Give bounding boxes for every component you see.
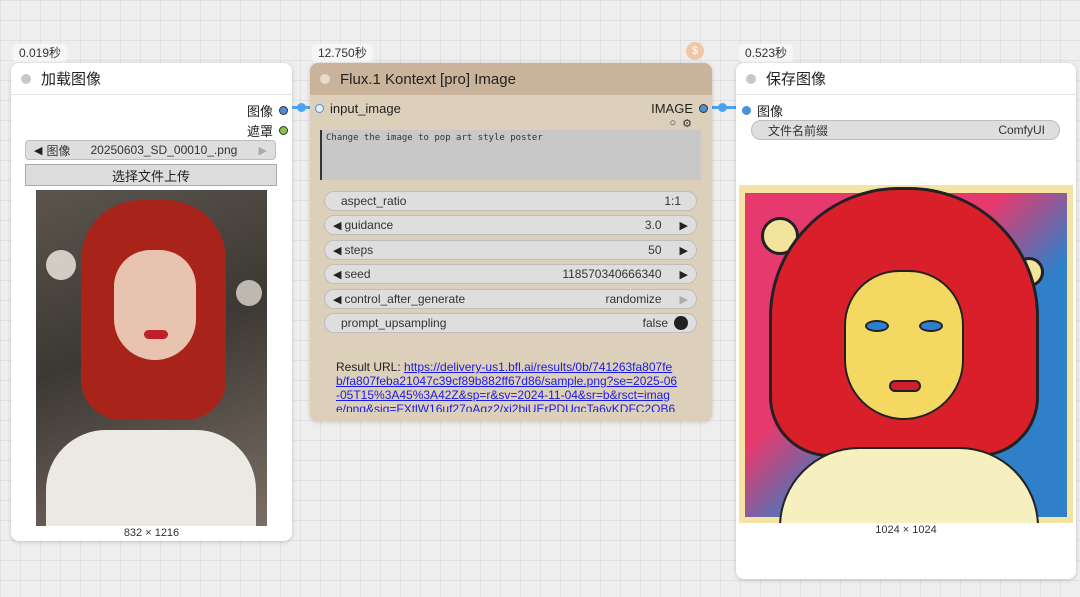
flux-input-row: input_image <box>315 101 401 116</box>
input-image-socket[interactable] <box>742 106 751 115</box>
output-IMAGE-socket[interactable] <box>699 104 708 113</box>
filename-prefix-value: ComfyUI <box>998 123 1045 137</box>
flux-node-header[interactable]: Flux.1 Kontext [pro] Image <box>310 63 712 95</box>
save-node-timing: 0.523秒 <box>739 44 794 62</box>
image-file-combo[interactable]: ◀ 图像 20250603_SD_00010_.png ▶ <box>25 140 276 160</box>
flux-node-title: Flux.1 Kontext [pro] Image <box>340 70 516 88</box>
bokeh-light <box>236 280 262 306</box>
guidance-value: 3.0 <box>644 218 662 232</box>
collapse-dot-icon[interactable] <box>746 73 756 84</box>
guidance-widget[interactable]: ◀ guidance 3.0 ▶ <box>324 215 697 235</box>
flux-kontext-node[interactable]: Flux.1 Kontext [pro] Image input_image I… <box>310 63 712 421</box>
node-status-icons: ○ ⚙ <box>669 117 692 130</box>
result-url-line[interactable]: -05T15%3A45%3A42Z&sp=r&sv=2024-11-04&sr=… <box>336 388 670 402</box>
increment-icon[interactable]: ▶ <box>680 219 688 232</box>
aspect-ratio-value: 1:1 <box>664 194 681 208</box>
output-mask-socket[interactable] <box>279 126 288 135</box>
seed-value: 118570340666340 <box>562 267 662 281</box>
save-image-size: 1024 × 1024 <box>875 524 937 536</box>
load-node-header[interactable]: 加载图像 <box>11 63 292 95</box>
load-node-timing: 0.019秒 <box>13 44 68 62</box>
steps-value: 50 <box>648 243 662 257</box>
combo-next-icon[interactable]: ▶ <box>259 144 267 157</box>
decrement-icon[interactable]: ◀ <box>333 268 341 281</box>
prompt-textarea[interactable]: Change the image to pop art style poster <box>320 130 701 180</box>
output-IMAGE-label: IMAGE <box>651 101 693 116</box>
flux-output-row: IMAGE <box>651 101 708 116</box>
control-after-generate-label: control_after_generate <box>344 292 466 306</box>
decrement-icon[interactable]: ◀ <box>333 219 341 232</box>
pop-art-eye <box>865 320 889 332</box>
control-after-generate-value: randomize <box>605 292 662 306</box>
toggle-icon[interactable] <box>674 316 688 330</box>
filename-prefix-label: 文件名前缀 <box>768 123 829 138</box>
pop-art-face <box>844 270 964 420</box>
output-image-label: 图像 <box>246 104 273 119</box>
collapse-dot-icon[interactable] <box>21 73 31 84</box>
save-node-header[interactable]: 保存图像 <box>736 63 1076 95</box>
flux-node-timing: 12.750秒 <box>312 44 373 62</box>
output-mask-label: 遮罩 <box>246 124 273 139</box>
link-midpoint-icon[interactable] <box>718 103 727 112</box>
output-image-socket[interactable] <box>279 106 288 115</box>
save-input-label: 图像 <box>757 104 784 119</box>
image-combo-value: 20250603_SD_00010_.png <box>90 143 238 157</box>
input-image-label: input_image <box>330 101 401 116</box>
output-mask-row: 遮罩 <box>247 121 288 140</box>
image-combo-label: 图像 <box>46 143 71 158</box>
filename-prefix-widget[interactable]: 文件名前缀 ComfyUI <box>751 120 1060 140</box>
control-after-generate-widget[interactable]: ◀ control_after_generate randomize ▶ <box>324 289 697 309</box>
steps-label: steps <box>344 243 374 257</box>
load-image-node[interactable]: 加载图像 图像 遮罩 ◀ 图像 20250603_SD_00010_.png ▶… <box>11 63 292 541</box>
result-url-line[interactable]: e/png&sig=FXtlW16uf27oAgz2/xi2biUErPDUgc… <box>336 402 675 412</box>
seed-widget[interactable]: ◀ seed 118570340666340 ▶ <box>324 264 697 284</box>
bokeh-light <box>46 250 76 280</box>
collapse-dot-icon[interactable] <box>320 74 330 84</box>
result-url-line[interactable]: b/fa807feba21047c39cf89b882ff67d86/sampl… <box>336 374 677 388</box>
increment-icon[interactable]: ▶ <box>680 268 688 281</box>
increment-icon[interactable]: ▶ <box>680 244 688 257</box>
pop-art-lips <box>889 380 921 392</box>
decrement-icon[interactable]: ◀ <box>333 293 341 306</box>
prompt-upsampling-value: false <box>642 316 668 330</box>
prompt-upsampling-label: prompt_upsampling <box>341 316 447 330</box>
aspect-ratio-widget[interactable]: aspect_ratio 1:1 <box>324 191 697 211</box>
output-image-row: 图像 <box>247 101 288 120</box>
aspect-ratio-label: aspect_ratio <box>341 194 407 208</box>
loaded-image-preview <box>36 190 267 526</box>
pop-art-shirt <box>779 447 1039 523</box>
increment-icon[interactable]: ▶ <box>680 293 688 306</box>
save-input-row: 图像 <box>742 101 783 120</box>
portrait-lips <box>144 330 168 339</box>
circle-status-icon[interactable]: ○ <box>669 117 676 130</box>
gear-icon[interactable]: ⚙ <box>682 117 692 130</box>
saved-image-preview <box>739 185 1073 523</box>
load-node-title: 加载图像 <box>41 71 102 88</box>
seed-label: seed <box>344 267 371 281</box>
input-image-socket[interactable] <box>315 104 324 113</box>
save-image-node[interactable]: 保存图像 图像 文件名前缀 ComfyUI 1024 × 1024 <box>736 63 1076 579</box>
link-midpoint-icon[interactable] <box>297 103 306 112</box>
save-node-title: 保存图像 <box>766 71 827 88</box>
portrait-face <box>114 250 196 360</box>
pop-art-eye <box>919 320 943 332</box>
result-url-line[interactable]: https://delivery-us1.bfl.ai/results/0b/7… <box>404 360 672 374</box>
api-badge-icon: $ <box>686 42 704 60</box>
prompt-upsampling-widget[interactable]: prompt_upsampling false <box>324 313 697 333</box>
combo-prev-icon[interactable]: ◀ <box>34 144 42 157</box>
portrait-shirt <box>46 430 256 526</box>
upload-button[interactable]: 选择文件上传 <box>25 164 277 186</box>
load-image-size: 832 × 1216 <box>123 527 180 539</box>
decrement-icon[interactable]: ◀ <box>333 244 341 257</box>
steps-widget[interactable]: ◀ steps 50 ▶ <box>324 240 697 260</box>
result-url-label: Result URL: <box>336 360 401 374</box>
guidance-label: guidance <box>344 218 394 232</box>
result-url-block: Result URL: https://delivery-us1.bfl.ai/… <box>336 360 686 412</box>
